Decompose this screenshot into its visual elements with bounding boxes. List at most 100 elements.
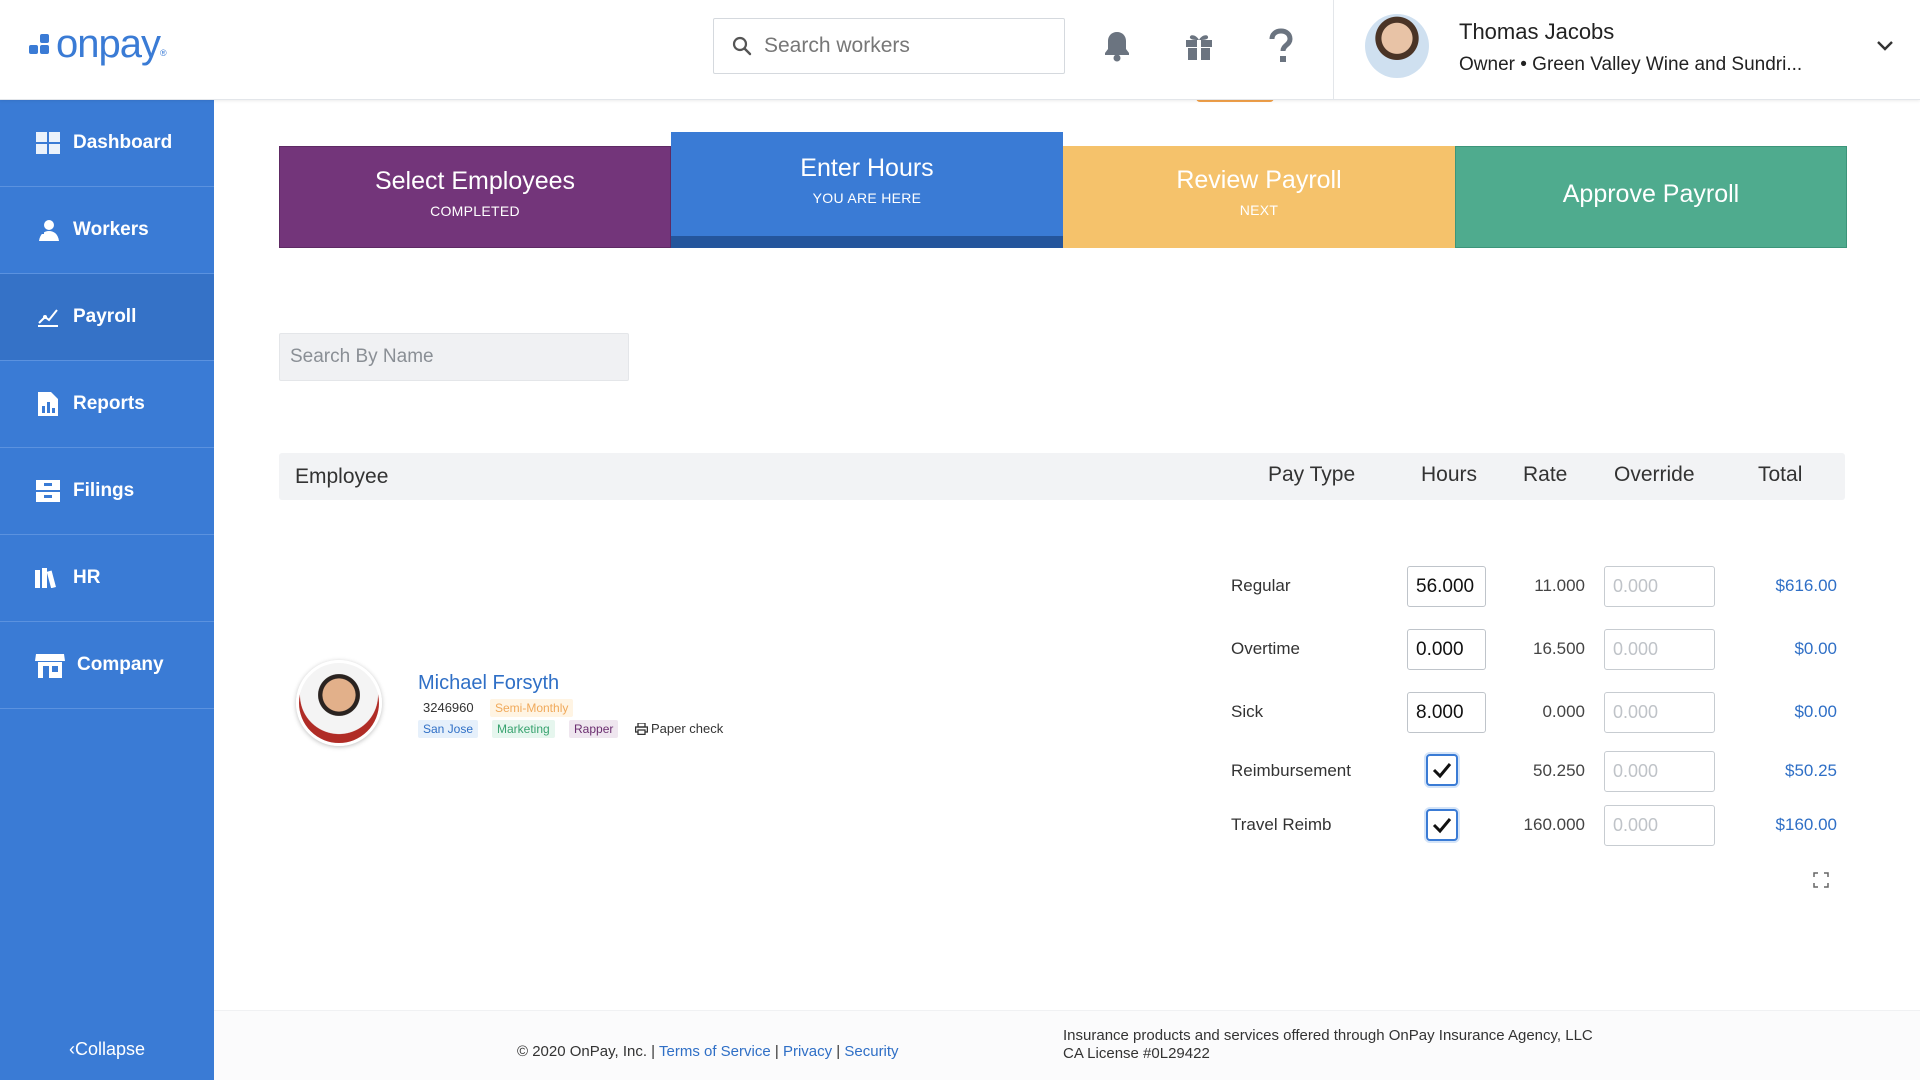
row-total[interactable]: $50.25 (1730, 761, 1837, 781)
sidebar-item-workers[interactable]: Workers (0, 187, 214, 274)
employee-avatar (296, 660, 382, 746)
checkmark-icon (1432, 818, 1452, 834)
sidebar-item-label: HR (73, 567, 101, 588)
travel-reimb-checkbox[interactable] (1426, 809, 1458, 841)
step-title: Select Employees (374, 167, 576, 195)
row-total[interactable]: $0.00 (1730, 639, 1837, 659)
override-input-sick[interactable] (1604, 692, 1715, 733)
rate-value: 0.000 (1542, 702, 1585, 721)
collapse-sidebar-button[interactable]: ‹Collapse (0, 1039, 214, 1060)
sidebar: Dashboard Workers Payroll Reports Filing… (0, 100, 214, 1080)
search-workers[interactable] (713, 18, 1065, 74)
insurance-disclaimer: Insurance products and services offered … (1063, 1027, 1593, 1063)
override-input-regular[interactable] (1604, 566, 1715, 607)
col-pay-type: Pay Type (1268, 463, 1356, 486)
help-question-icon[interactable] (1263, 26, 1299, 66)
employee-id: 3246960 (423, 700, 474, 715)
notifications-bell-icon[interactable] (1099, 26, 1135, 66)
printer-icon (635, 722, 648, 735)
chevron-down-icon[interactable] (1874, 35, 1896, 57)
user-company[interactable]: Owner • Green Valley Wine and Sundri... (1459, 54, 1802, 76)
col-hours: Hours (1421, 463, 1478, 486)
role-badge: Rapper (569, 720, 619, 738)
workers-icon (35, 217, 61, 243)
payroll-icon (35, 304, 61, 330)
copyright-text: © 2020 OnPay, Inc. | (517, 1043, 656, 1060)
sidebar-item-hr[interactable]: HR (0, 535, 214, 622)
logo-registered-mark: ® (159, 48, 167, 58)
terms-of-service-link[interactable]: Terms of Service (659, 1043, 771, 1060)
sidebar-item-label: Filings (73, 480, 135, 501)
sidebar-item-label: Workers (73, 219, 149, 240)
hr-books-icon (35, 565, 61, 591)
step-title: Approve Payroll (1562, 180, 1740, 208)
pay-type-label: Overtime (1231, 639, 1300, 658)
department-badge: Marketing (492, 720, 555, 738)
pay-frequency-badge: Semi-Monthly (490, 699, 574, 717)
onpay-logo[interactable]: onpay ® (29, 22, 167, 66)
col-rate: Rate (1523, 463, 1568, 486)
table-header: Employee Pay Type Hours Rate Override To… (279, 453, 1845, 500)
gift-icon[interactable] (1181, 26, 1217, 66)
sidebar-item-reports[interactable]: Reports (0, 361, 214, 448)
top-bar: onpay ® Thomas Jacobs Owner • Green Vall… (0, 0, 1920, 100)
current-step-underline (671, 236, 1063, 248)
step-title: Review Payroll (1176, 166, 1342, 194)
sidebar-item-label: Reports (73, 393, 145, 414)
employee-name-link[interactable]: Michael Forsyth (418, 672, 559, 695)
pay-type-label: Travel Reimb (1231, 815, 1332, 834)
row-total[interactable]: $616.00 (1730, 576, 1837, 596)
dashboard-grid-icon (35, 130, 61, 156)
step-review-payroll[interactable]: Review Payroll NEXT (1063, 146, 1455, 248)
payment-method: Paper check (635, 721, 723, 736)
pay-type-label: Sick (1231, 702, 1264, 721)
footer-separator: | (836, 1043, 841, 1060)
sidebar-item-label: Dashboard (73, 132, 173, 153)
step-status: COMPLETED (430, 203, 520, 219)
reimbursement-checkbox[interactable] (1426, 754, 1458, 786)
search-workers-input[interactable] (764, 34, 1044, 58)
row-total[interactable]: $160.00 (1730, 815, 1837, 835)
location-badge: San Jose (418, 720, 479, 738)
col-employee: Employee (295, 465, 389, 488)
checkmark-icon (1432, 763, 1452, 779)
override-input-overtime[interactable] (1604, 629, 1715, 670)
rate-value: 11.000 (1534, 576, 1585, 595)
override-input-reimbursement[interactable] (1604, 751, 1715, 792)
footer-links: © 2020 OnPay, Inc. | Terms of Service | … (517, 1043, 899, 1060)
header-divider (1333, 0, 1334, 100)
step-select-employees[interactable]: Select Employees COMPLETED (279, 146, 671, 248)
hours-input-sick[interactable] (1407, 692, 1486, 733)
user-name[interactable]: Thomas Jacobs (1459, 19, 1614, 45)
step-enter-hours[interactable]: Enter Hours YOU ARE HERE (671, 132, 1063, 248)
sidebar-item-filings[interactable]: Filings (0, 448, 214, 535)
step-approve-payroll[interactable]: Approve Payroll (1455, 146, 1847, 248)
hours-input-regular[interactable] (1407, 566, 1486, 607)
security-link[interactable]: Security (844, 1043, 898, 1060)
rate-value: 50.250 (1533, 761, 1585, 780)
override-input-travel-reimb[interactable] (1604, 805, 1715, 846)
pay-type-label: Regular (1231, 576, 1291, 595)
hours-input-overtime[interactable] (1407, 629, 1486, 670)
step-title: Enter Hours (800, 154, 934, 182)
footer: © 2020 OnPay, Inc. | Terms of Service | … (214, 1010, 1920, 1080)
insurance-line: Insurance products and services offered … (1063, 1027, 1593, 1044)
sidebar-item-payroll[interactable]: Payroll (0, 274, 214, 361)
sidebar-item-label: Payroll (73, 306, 137, 327)
row-total[interactable]: $0.00 (1730, 702, 1837, 722)
search-by-name[interactable] (279, 333, 629, 381)
col-override: Override (1614, 463, 1695, 486)
sidebar-item-company[interactable]: Company (0, 622, 214, 709)
rate-value: 16.500 (1533, 639, 1585, 658)
expand-icon[interactable] (1813, 872, 1829, 888)
sidebar-item-dashboard[interactable]: Dashboard (0, 100, 214, 187)
col-total: Total (1758, 463, 1803, 486)
logo-text: onpay (56, 22, 161, 66)
logo-mark-icon (29, 32, 53, 56)
footer-separator: | (774, 1043, 779, 1060)
user-avatar[interactable] (1365, 14, 1429, 78)
search-by-name-input[interactable] (290, 346, 610, 368)
step-status: NEXT (1239, 202, 1279, 218)
rate-value: 160.000 (1523, 815, 1585, 834)
privacy-link[interactable]: Privacy (783, 1043, 832, 1060)
